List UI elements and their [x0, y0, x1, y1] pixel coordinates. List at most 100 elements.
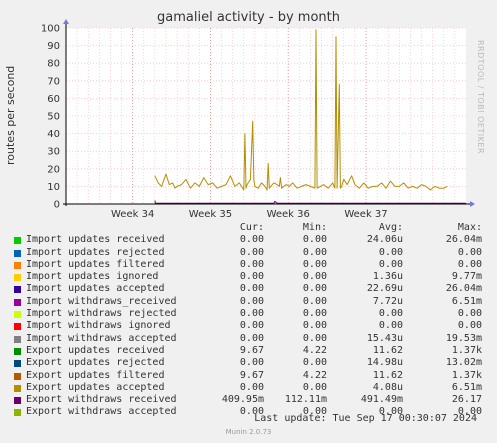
legend-swatch [14, 335, 21, 343]
legend-cur-value: 0.00 [239, 308, 264, 320]
x-tick-label: Week 35 [189, 209, 232, 220]
legend-cur-value: 0.00 [239, 271, 264, 283]
legend-max-value: 13.02m [445, 357, 482, 369]
legend-cur-value: 0.00 [239, 320, 264, 332]
munin-version: Munin 2.0.73 [225, 428, 272, 436]
last-update: Last update: Tue Sep 17 00:30:07 2024 [254, 413, 477, 424]
legend-cur-value: 0.00 [239, 332, 264, 344]
legend-swatch [14, 274, 21, 282]
legend-series-name: Export updates accepted [26, 381, 165, 393]
legend-cur-value: 0.00 [239, 295, 264, 307]
legend-cur-value: 0.00 [239, 357, 264, 369]
legend-swatch [14, 323, 21, 331]
legend-header: Cur: Min: Avg: Max: [12, 222, 492, 234]
legend-avg-value: 24.06u [366, 234, 403, 246]
y-tick-label: 70 [47, 76, 60, 87]
legend-min-value: 112.11m [284, 394, 327, 406]
legend-avg-value: 11.62 [372, 369, 403, 381]
x-axis-arrow [470, 201, 475, 207]
legend-header-cur: Cur: [239, 222, 264, 233]
legend-min-value: 0.00 [302, 271, 327, 283]
legend-min-value: 0.00 [302, 308, 327, 320]
legend-min-value: 4.22 [302, 344, 327, 356]
legend-row: Export updates accepted 0.00 0.00 4.08u 6.51… [12, 382, 492, 394]
legend-swatch [14, 409, 21, 417]
legend-min-value: 0.00 [302, 246, 327, 258]
legend-series-name: Export updates received [26, 344, 165, 356]
legend-min-value: 0.00 [302, 357, 327, 369]
x-tick-label: Week 36 [267, 209, 310, 220]
legend-header-avg: Avg: [378, 222, 403, 233]
legend-max-value: 9.77m [451, 271, 482, 283]
legend-row: Export updates received 9.67 4.22 11.62 1.37… [12, 345, 492, 357]
legend-max-value: 0.00 [457, 308, 482, 320]
x-tick-labels: Week 34 Week 35 Week 36 Week 37 [111, 209, 388, 220]
y-tick-label: 50 [47, 112, 60, 123]
legend-swatch [14, 261, 21, 269]
y-tick-label: 100 [41, 24, 60, 35]
legend-max-value: 0.00 [457, 320, 482, 332]
legend-series-name: Export updates rejected [26, 357, 165, 369]
legend-series-name: Import withdraws rejected [26, 308, 177, 320]
legend-avg-value: 1.36u [372, 271, 403, 283]
legend-avg-value: 22.69u [366, 283, 403, 295]
legend-row: Import updates ignored 0.00 0.00 1.36u 9.77m [12, 271, 492, 283]
legend-series-name: Import updates filtered [26, 258, 165, 270]
y-tick-label: 90 [47, 41, 60, 52]
legend-row: Export withdraws received 409.95m 112.11m 4… [12, 394, 492, 406]
legend-swatch [14, 397, 21, 405]
legend-header-max: Max: [457, 222, 482, 233]
legend-max-value: 6.51m [451, 295, 482, 307]
legend-min-value: 0.00 [302, 258, 327, 270]
legend-min-value: 0.00 [302, 295, 327, 307]
legend-max-value: 0.00 [457, 258, 482, 270]
legend-min-value: 0.00 [302, 234, 327, 246]
legend-avg-value: 14.98u [366, 357, 403, 369]
legend-series-name: Export withdraws accepted [26, 406, 177, 418]
legend-max-value: 26.04m [445, 283, 482, 295]
legend-series-name: Import withdraws ignored [26, 320, 171, 332]
legend: Cur: Min: Avg: Max: Import updates recei… [12, 222, 492, 419]
legend-series-name: Import updates ignored [26, 271, 159, 283]
legend-swatch [14, 286, 21, 294]
legend-row: Import updates filtered 0.00 0.00 0.00 0.00 [12, 259, 492, 271]
y-tick-label: 20 [47, 164, 60, 175]
legend-min-value: 4.22 [302, 369, 327, 381]
legend-swatch [14, 347, 21, 355]
legend-cur-value: 409.95m [221, 394, 264, 406]
legend-rows: Import updates received 0.00 0.00 24.06u 26.… [12, 234, 492, 418]
legend-header-min: Min: [302, 222, 327, 233]
legend-max-value: 19.53m [445, 332, 482, 344]
legend-swatch [14, 360, 21, 368]
y-tick-label: 60 [47, 94, 60, 105]
y-tick-label: 80 [47, 59, 60, 70]
legend-row: Import withdraws_received 0.00 0.00 7.72u 6.… [12, 296, 492, 308]
legend-cur-value: 0.00 [239, 246, 264, 258]
legend-max-value: 6.51m [451, 381, 482, 393]
legend-series-name: Import withdraws_received [26, 295, 177, 307]
legend-cur-value: 0.00 [239, 258, 264, 270]
y-tick-label: 0 [54, 200, 60, 211]
legend-row: Import updates rejected 0.00 0.00 0.00 0.00 [12, 247, 492, 259]
legend-swatch [14, 372, 21, 380]
legend-swatch [14, 311, 21, 319]
legend-max-value: 26.17 [451, 394, 482, 406]
legend-avg-value: 11.62 [372, 344, 403, 356]
legend-row: Import updates received 0.00 0.00 24.06u 26.… [12, 234, 492, 246]
legend-series-name: Import updates rejected [26, 246, 165, 258]
legend-swatch [14, 384, 21, 392]
legend-avg-value: 7.72u [372, 295, 403, 307]
legend-cur-value: 9.67 [239, 344, 264, 356]
legend-min-value: 0.00 [302, 332, 327, 344]
legend-swatch [14, 237, 21, 245]
legend-swatch [14, 249, 21, 257]
legend-row: Export updates rejected 0.00 0.00 14.98u 13.… [12, 357, 492, 369]
legend-min-value: 0.00 [302, 283, 327, 295]
legend-max-value: 1.37k [451, 369, 482, 381]
y-axis-arrow [63, 19, 69, 24]
y-tick-labels: 0 10 20 30 40 50 60 70 80 90 100 [41, 24, 60, 211]
legend-avg-value: 0.00 [378, 320, 403, 332]
legend-avg-value: 0.00 [378, 258, 403, 270]
legend-cur-value: 0.00 [239, 234, 264, 246]
x-tick-label: Week 37 [344, 209, 387, 220]
